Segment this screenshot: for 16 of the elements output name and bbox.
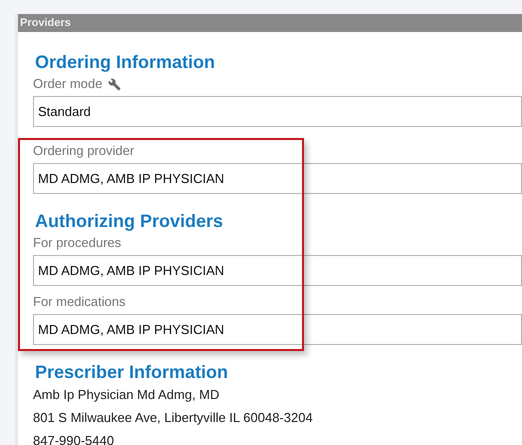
prescriber-detail: 801 S Milwaukee Ave, Libertyville IL 60048-3204: [33, 409, 314, 427]
section-heading: Authorizing Providers: [35, 210, 224, 232]
field-label: Ordering provider: [33, 142, 134, 160]
text-field[interactable]: MD ADMG, AMB IP PHYSICIAN: [33, 314, 522, 345]
prescriber-detail: Amb Ip Physician Md Admg, MD: [33, 386, 220, 404]
section-heading: Ordering Information: [35, 51, 216, 73]
prescriber-detail: 847-990-5440: [33, 432, 115, 445]
field-label: For medications: [33, 293, 126, 311]
text-field[interactable]: MD ADMG, AMB IP PHYSICIAN: [33, 163, 522, 194]
section-heading: Prescriber Information: [35, 361, 230, 383]
text-field[interactable]: MD ADMG, AMB IP PHYSICIAN: [33, 255, 522, 286]
window-title: Providers: [18, 14, 522, 32]
wrench-icon: [108, 78, 122, 90]
text-field[interactable]: Standard: [33, 96, 522, 127]
field-label: Order mode: [33, 75, 102, 93]
field-label: For procedures: [33, 234, 122, 252]
